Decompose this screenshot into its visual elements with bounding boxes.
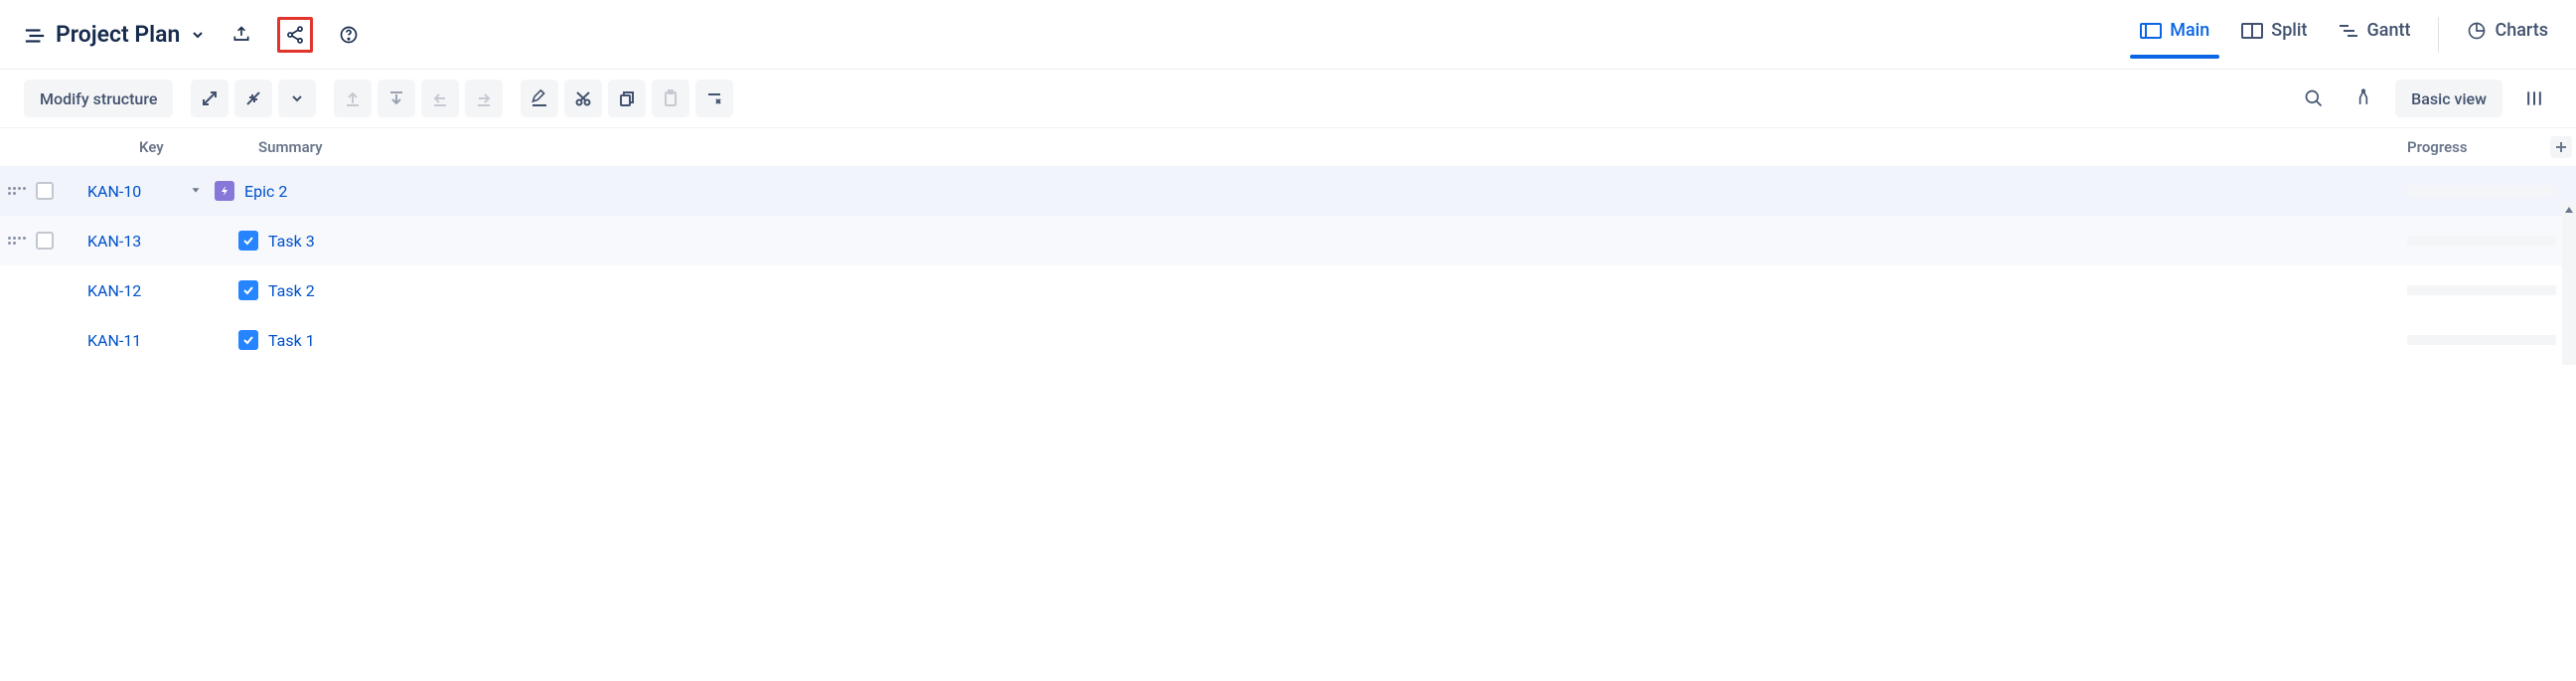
tab-main[interactable]: Main xyxy=(2136,12,2213,57)
search-button[interactable] xyxy=(2296,81,2332,116)
add-column-button[interactable] xyxy=(2550,136,2572,158)
columns-button[interactable] xyxy=(2516,81,2552,116)
drag-handle-icon[interactable] xyxy=(8,229,28,253)
summary-cell: Epic 2 xyxy=(189,181,2407,201)
edit-button[interactable] xyxy=(521,80,558,117)
expand-caret-icon[interactable] xyxy=(189,183,205,199)
vertical-scrollbar[interactable] xyxy=(2562,202,2576,365)
collapse-button[interactable] xyxy=(234,80,272,117)
basic-view-button[interactable]: Basic view xyxy=(2395,80,2502,117)
summary-text[interactable]: Task 2 xyxy=(268,281,315,300)
grid-body: KAN-10 Epic 2 KAN-13 Task 3 xyxy=(0,166,2576,365)
tab-split[interactable]: Split xyxy=(2237,12,2311,57)
summary-cell: Task 2 xyxy=(189,280,2407,300)
move-up-button[interactable] xyxy=(334,80,372,117)
table-row[interactable]: KAN-13 Task 3 xyxy=(0,216,2576,265)
progress-bar xyxy=(2407,285,2556,295)
table-row[interactable]: KAN-10 Epic 2 xyxy=(0,166,2576,216)
issue-key-link[interactable]: KAN-11 xyxy=(87,331,141,350)
divider xyxy=(2438,17,2439,53)
epic-icon xyxy=(215,181,234,201)
tab-main-label: Main xyxy=(2170,20,2209,41)
summary-cell: Task 3 xyxy=(189,231,2407,251)
grid: Key Summary Progress KAN-10 Epic 2 xyxy=(0,127,2576,365)
topbar: Project Plan Main xyxy=(0,0,2576,70)
issue-key-link[interactable]: KAN-12 xyxy=(87,281,141,300)
issue-key: KAN-11 xyxy=(70,331,189,350)
col-header-key[interactable]: Key xyxy=(139,138,258,156)
issue-key: KAN-13 xyxy=(70,232,189,251)
drag-handle-icon[interactable] xyxy=(8,278,28,302)
task-icon xyxy=(238,280,258,300)
row-checkbox[interactable] xyxy=(36,232,54,250)
tab-gantt-label: Gantt xyxy=(2366,20,2410,41)
progress-bar xyxy=(2407,236,2556,246)
toolbar-right: Basic view xyxy=(2296,80,2552,117)
row-checkbox[interactable] xyxy=(36,182,54,200)
drag-handle-icon[interactable] xyxy=(8,179,28,203)
grid-header: Key Summary Progress xyxy=(0,128,2576,166)
scroll-up-icon[interactable] xyxy=(2562,202,2576,218)
toolbar: Modify structure xyxy=(0,70,2576,127)
help-button[interactable] xyxy=(331,17,367,53)
title-group[interactable]: Project Plan xyxy=(24,21,206,48)
drag-handle-icon[interactable] xyxy=(8,328,28,352)
table-row[interactable]: KAN-12 Task 2 xyxy=(0,265,2576,315)
progress-bar xyxy=(2407,186,2556,196)
summary-text[interactable]: Task 3 xyxy=(268,232,315,251)
cut-button[interactable] xyxy=(564,80,602,117)
structure-icon xyxy=(24,24,46,46)
col-header-summary[interactable]: Summary xyxy=(258,138,2407,156)
view-tabs: Main Split Gantt Charts xyxy=(2136,12,2552,57)
expand-group xyxy=(191,80,316,117)
outdent-button[interactable] xyxy=(421,80,459,117)
collapse-dropdown[interactable] xyxy=(278,80,316,117)
issue-key-link[interactable]: KAN-10 xyxy=(87,182,141,201)
issue-key: KAN-12 xyxy=(70,281,189,300)
issue-key-link[interactable]: KAN-13 xyxy=(87,232,141,251)
tab-charts-label: Charts xyxy=(2495,20,2548,41)
edit-group xyxy=(521,80,733,117)
tab-charts[interactable]: Charts xyxy=(2463,12,2552,57)
summary-cell: Task 1 xyxy=(189,330,2407,350)
task-icon xyxy=(238,231,258,251)
paste-button[interactable] xyxy=(652,80,689,117)
summary-text[interactable]: Epic 2 xyxy=(244,182,287,201)
summary-text[interactable]: Task 1 xyxy=(268,331,315,350)
delete-button[interactable] xyxy=(695,80,733,117)
tab-split-label: Split xyxy=(2271,20,2307,41)
copy-button[interactable] xyxy=(608,80,646,117)
task-icon xyxy=(238,330,258,350)
page-title: Project Plan xyxy=(56,21,180,48)
chevron-down-icon xyxy=(190,27,206,43)
table-row[interactable]: KAN-11 Task 1 xyxy=(0,315,2576,365)
filter-button[interactable] xyxy=(2346,81,2381,116)
indent-button[interactable] xyxy=(465,80,503,117)
issue-key: KAN-10 xyxy=(70,182,189,201)
move-group xyxy=(334,80,503,117)
modify-structure-button[interactable]: Modify structure xyxy=(24,80,173,117)
tab-gantt[interactable]: Gantt xyxy=(2335,12,2414,57)
progress-bar xyxy=(2407,335,2556,345)
move-down-button[interactable] xyxy=(378,80,415,117)
expand-button[interactable] xyxy=(191,80,228,117)
share-button[interactable] xyxy=(277,17,313,53)
export-button[interactable] xyxy=(224,17,259,53)
